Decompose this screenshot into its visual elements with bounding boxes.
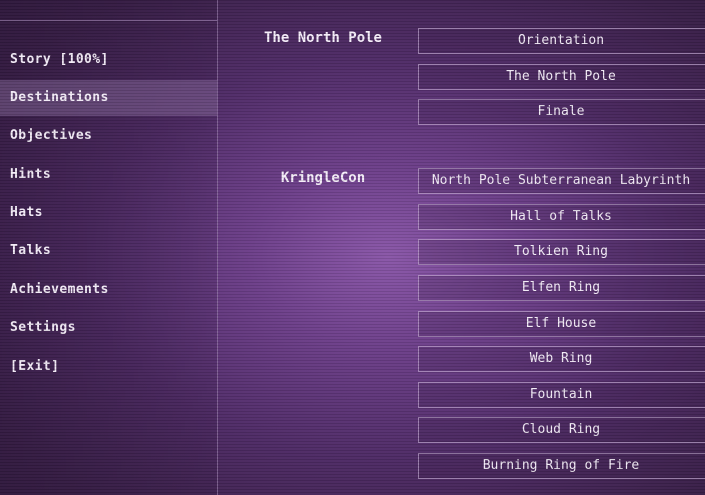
destination-cloud-ring[interactable]: Cloud Ring [418, 417, 705, 443]
destination-elf-house[interactable]: Elf House [418, 311, 705, 337]
menu-item-destinations[interactable]: Destinations [0, 80, 217, 116]
menu-item-objectives[interactable]: Objectives [0, 118, 217, 154]
destination-the-north-pole[interactable]: The North Pole [418, 64, 705, 90]
destination-elfen-ring[interactable]: Elfen Ring [418, 275, 705, 301]
destination-north-pole-subterranean-labyrinth[interactable]: North Pole Subterranean Labyrinth [418, 168, 705, 194]
menu-item-story[interactable]: Story [100%] [0, 42, 217, 78]
menu-item-exit[interactable]: [Exit] [0, 349, 217, 385]
destination-burning-ring-of-fire[interactable]: Burning Ring of Fire [418, 453, 705, 479]
destination-web-ring[interactable]: Web Ring [418, 346, 705, 372]
sidebar-menu: Story [100%] Destinations Objectives Hin… [0, 0, 218, 495]
destination-orientation[interactable]: Orientation [418, 28, 705, 54]
destinations-panel: The North Pole Orientation The North Pol… [218, 0, 705, 495]
menu-item-hints[interactable]: Hints [0, 157, 217, 193]
menu-divider [0, 20, 217, 21]
menu-item-settings[interactable]: Settings [0, 310, 217, 346]
destination-hall-of-talks[interactable]: Hall of Talks [418, 204, 705, 230]
destination-tolkien-ring[interactable]: Tolkien Ring [418, 239, 705, 265]
menu-item-hats[interactable]: Hats [0, 195, 217, 231]
destination-finale[interactable]: Finale [418, 99, 705, 125]
destination-fountain[interactable]: Fountain [418, 382, 705, 408]
group-label-north-pole: The North Pole [263, 30, 382, 46]
menu-item-achievements[interactable]: Achievements [0, 272, 217, 308]
menu-item-talks[interactable]: Talks [0, 233, 217, 269]
menu-title-fragment [10, 0, 80, 2]
group-label-kringlecon: KringleCon [280, 170, 366, 186]
